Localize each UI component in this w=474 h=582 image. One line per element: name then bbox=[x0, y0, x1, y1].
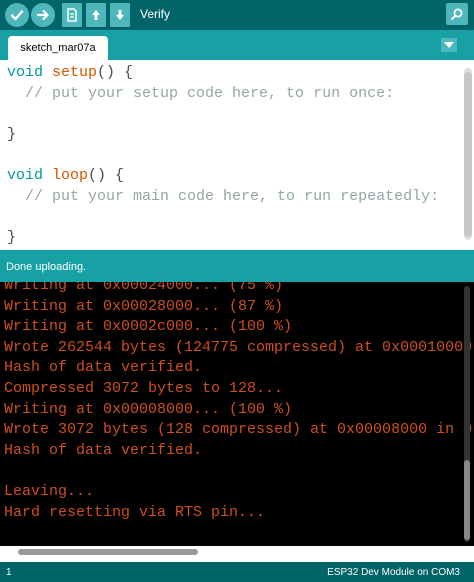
open-icon bbox=[92, 10, 100, 20]
code-line[interactable]: void setup() { bbox=[7, 63, 439, 84]
editor-scrollbar-thumb[interactable] bbox=[464, 72, 472, 237]
tab-menu-button[interactable] bbox=[441, 38, 457, 52]
code-token: } bbox=[7, 125, 17, 143]
new-sketch-button[interactable] bbox=[62, 3, 82, 27]
code-token: () { bbox=[97, 64, 134, 81]
code-token: void bbox=[7, 64, 44, 81]
console-line: Hard resetting via RTS pin... bbox=[4, 503, 266, 521]
console-output[interactable]: Writing at 0x00024000... (75 %) Writing a… bbox=[0, 282, 474, 546]
console-hscroll-thumb[interactable] bbox=[18, 549, 198, 555]
code-token: // put your setup code here, to run once… bbox=[25, 84, 395, 102]
new-file-icon bbox=[67, 8, 77, 22]
console-text: Writing at 0x00024000... (75 %) Writing a… bbox=[4, 282, 472, 523]
save-icon bbox=[116, 10, 124, 20]
tab-bar: sketch_mar07a bbox=[0, 30, 474, 60]
code-line[interactable]: void loop() { bbox=[7, 166, 439, 187]
code-token: void bbox=[7, 166, 44, 184]
code-token: setup bbox=[52, 64, 98, 81]
console-line: Wrote 3072 bytes (128 compressed) at 0x0… bbox=[4, 421, 473, 439]
console-line: Writing at 0x0002c000... (100 %) bbox=[4, 318, 293, 336]
verify-button[interactable] bbox=[5, 3, 29, 27]
code-line[interactable] bbox=[7, 104, 439, 125]
code-line[interactable]: } bbox=[7, 125, 439, 146]
console-scrollbar-thumb[interactable] bbox=[464, 460, 470, 540]
console-line: Writing at 0x00024000... (75 %) bbox=[4, 282, 284, 294]
tab-sketch[interactable]: sketch_mar07a bbox=[8, 36, 108, 60]
magnifier-icon bbox=[451, 8, 463, 20]
code-token: () { bbox=[88, 166, 125, 184]
toolbar: Verify bbox=[0, 0, 474, 30]
code-line[interactable]: } bbox=[7, 228, 439, 249]
status-message: Done uploading. bbox=[6, 261, 87, 273]
status-bar: Done uploading. bbox=[0, 250, 474, 282]
code-line[interactable] bbox=[7, 145, 439, 166]
footer-bar: 1 ESP32 Dev Module on COM3 bbox=[0, 562, 474, 582]
code-token: loop bbox=[52, 166, 89, 184]
board-port-label: ESP32 Dev Module on COM3 bbox=[327, 567, 460, 578]
console-line: Compressed 3072 bytes to 128... bbox=[4, 379, 284, 397]
code-text[interactable]: void setup() { // put your setup code he… bbox=[7, 63, 439, 248]
check-icon bbox=[10, 10, 24, 21]
toolbar-title: Verify bbox=[140, 7, 171, 21]
console-line: Hash of data verified. bbox=[4, 441, 203, 459]
upload-button[interactable] bbox=[31, 3, 55, 27]
save-button[interactable] bbox=[110, 3, 130, 27]
code-token: } bbox=[7, 228, 17, 246]
console-line: Wrote 262544 bytes (124775 compressed) a… bbox=[4, 338, 473, 356]
arrow-right-icon bbox=[36, 9, 49, 21]
code-line[interactable]: // put your main code here, to run repea… bbox=[7, 187, 439, 208]
console-line: Leaving... bbox=[4, 482, 95, 500]
code-token: // put your main code here, to run repea… bbox=[25, 187, 440, 205]
chevron-down-icon bbox=[444, 42, 454, 48]
console-line: Writing at 0x00028000... (87 %) bbox=[4, 297, 284, 315]
code-editor[interactable]: void setup() { // put your setup code he… bbox=[0, 60, 474, 250]
line-number: 1 bbox=[6, 567, 12, 578]
console-line: Writing at 0x00008000... (100 %) bbox=[4, 400, 293, 418]
open-button[interactable] bbox=[86, 3, 106, 27]
code-line[interactable]: // put your setup code here, to run once… bbox=[7, 84, 439, 105]
serial-monitor-button[interactable] bbox=[446, 3, 468, 25]
code-line[interactable] bbox=[7, 207, 439, 228]
console-line: Hash of data verified. bbox=[4, 359, 203, 377]
